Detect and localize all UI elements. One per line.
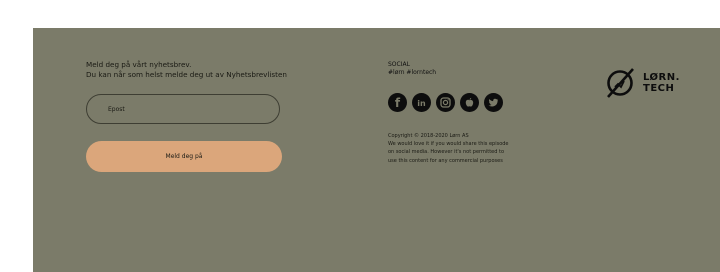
brand-line: TECH bbox=[643, 83, 675, 94]
svg-text:in: in bbox=[417, 99, 426, 108]
linkedin-icon[interactable]: in bbox=[412, 93, 431, 112]
apple-icon[interactable] bbox=[460, 93, 479, 112]
copyright-line: use this content for any commercial purp… bbox=[388, 157, 503, 164]
copyright-line: on social media. However it's not permit… bbox=[388, 149, 505, 156]
twitter-icon[interactable] bbox=[484, 93, 503, 112]
copyright-line: Copyright © 2018-2020 Lørn AS bbox=[388, 133, 469, 139]
svg-text:f: f bbox=[395, 96, 401, 110]
copyright-line: We would love it if you would share this… bbox=[388, 141, 509, 148]
copyright-notice: Copyright © 2018-2020 Lørn AS We would l… bbox=[388, 132, 568, 165]
facebook-icon[interactable]: f bbox=[388, 93, 407, 112]
email-field[interactable] bbox=[86, 94, 280, 124]
newsletter-intro: Meld deg på vårt nyhetsbrev. Du kan når … bbox=[86, 60, 287, 80]
brand-logo[interactable]: LØRN. TECH bbox=[603, 66, 680, 100]
instagram-icon[interactable] bbox=[436, 93, 455, 112]
lorn-logo-icon bbox=[607, 68, 634, 98]
social-title: SOCIAL bbox=[388, 61, 410, 68]
newsletter-intro-line: Meld deg på vårt nyhetsbrev. bbox=[86, 60, 192, 69]
newsletter-intro-line: Du kan når som helst melde deg ut av Nyh… bbox=[86, 70, 287, 79]
brand-wordmark: LØRN. TECH bbox=[643, 72, 680, 94]
subscribe-button[interactable]: Meld deg på bbox=[86, 141, 282, 172]
brand-line: LØRN. bbox=[643, 72, 680, 83]
social-hashtags: #lørn #lorntech bbox=[388, 69, 437, 76]
site-footer: Meld deg på vårt nyhetsbrev. Du kan når … bbox=[33, 28, 720, 272]
social-icons: f in bbox=[388, 93, 503, 112]
social-heading: SOCIAL #lørn #lorntech bbox=[388, 61, 436, 77]
